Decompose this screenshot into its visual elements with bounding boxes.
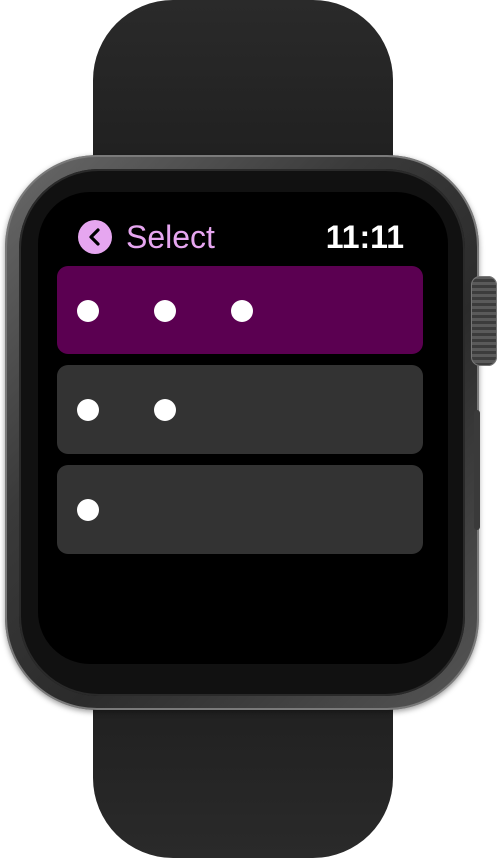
watch-screen: Select 11:11: [38, 192, 448, 664]
page-title[interactable]: Select: [126, 218, 215, 256]
dot-indicator: [231, 300, 253, 322]
dot-indicator: [154, 399, 176, 421]
dot-indicator: [77, 300, 99, 322]
digital-crown[interactable]: [471, 276, 497, 366]
navigation-bar: Select 11:11: [38, 192, 448, 262]
back-button[interactable]: [78, 220, 112, 254]
option-row[interactable]: [57, 365, 423, 454]
chevron-left-icon: [89, 228, 100, 246]
dot-indicator: [154, 300, 176, 322]
clock-time: 11:11: [325, 219, 404, 255]
side-button[interactable]: [474, 410, 480, 530]
option-row-selected[interactable]: [57, 266, 423, 354]
option-row[interactable]: [57, 465, 423, 554]
options-list: [57, 266, 423, 565]
dot-indicator: [77, 499, 99, 521]
dot-indicator: [77, 399, 99, 421]
